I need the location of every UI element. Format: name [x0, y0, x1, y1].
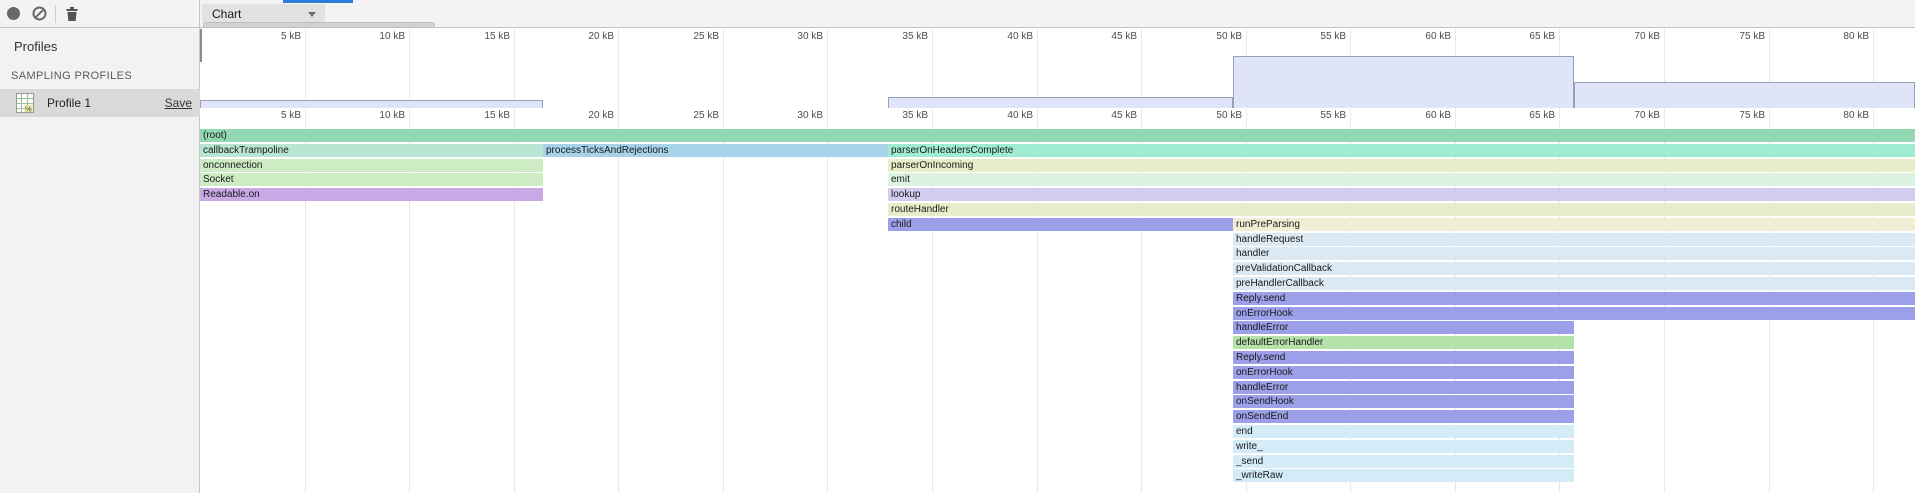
ruler-top-tick-label: 45 kB: [1056, 31, 1137, 42]
flame-bar[interactable]: parserOnHeadersComplete: [888, 144, 1915, 157]
ruler-top-tick-label: 30 kB: [742, 31, 823, 42]
flame-bar[interactable]: handleRequest: [1233, 233, 1915, 246]
flame-bar[interactable]: child: [888, 218, 1233, 231]
ruler-bottom-tick-label: 75 kB: [1684, 110, 1765, 121]
ruler-top-tick-label: 25 kB: [638, 31, 719, 42]
flame-bar[interactable]: write_: [1233, 440, 1574, 453]
sidebar-title: Profiles: [14, 39, 57, 54]
flame-bar[interactable]: Readable.on: [200, 188, 543, 201]
circle-slash-icon: [32, 6, 47, 21]
delete-profile-button[interactable]: [59, 1, 85, 27]
flame-bar[interactable]: preHandlerCallback: [1233, 277, 1915, 290]
flame-bar[interactable]: (root): [200, 129, 1915, 142]
overview-step: [200, 100, 543, 108]
flame-bar[interactable]: lookup: [888, 188, 1915, 201]
chevron-down-icon: [308, 12, 316, 17]
top-accent-bar: [283, 0, 353, 3]
ruler-bottom-tick-label: 70 kB: [1579, 110, 1660, 121]
flame-bar[interactable]: onErrorHook: [1233, 307, 1915, 320]
ruler-bottom-tick-label: 5 kB: [220, 110, 301, 121]
flame-bar[interactable]: preValidationCallback: [1233, 262, 1915, 275]
ruler-top-tick-label: 75 kB: [1684, 31, 1765, 42]
ruler-top-tick-label: 55 kB: [1265, 31, 1346, 42]
overview-step: [1233, 56, 1574, 108]
overview-step: [1574, 82, 1915, 108]
ruler-bottom-tick-label: 25 kB: [638, 110, 719, 121]
save-profile-link[interactable]: Save: [165, 96, 192, 110]
horizontal-scrollbar-thumb[interactable]: [203, 22, 435, 28]
flame-chart-area[interactable]: 5 kB 5 kB 10 kB 10 kB 15 kB 15 kB 20 kB 20 kB 25…: [200, 28, 1915, 493]
toolbar-separator: [55, 5, 56, 23]
flame-bar[interactable]: runPreParsing: [1233, 218, 1915, 231]
overview-range-handle[interactable]: [200, 29, 202, 62]
flame-bar[interactable]: Reply.send: [1233, 351, 1574, 364]
flame-bar[interactable]: handler: [1233, 247, 1915, 260]
flame-bar[interactable]: processTicksAndRejections: [543, 144, 888, 157]
flame-bar[interactable]: onSendHook: [1233, 395, 1574, 408]
ruler-top-tick-label: 70 kB: [1579, 31, 1660, 42]
flame-bar[interactable]: onconnection: [200, 159, 543, 172]
ruler-top-tick-label: 20 kB: [533, 31, 614, 42]
ruler-top-tick-label: 5 kB: [220, 31, 301, 42]
flame-bar[interactable]: end: [1233, 425, 1574, 438]
flame-bar[interactable]: _send: [1233, 455, 1574, 468]
trash-icon: [65, 6, 79, 22]
ruler-bottom-tick-label: 40 kB: [952, 110, 1033, 121]
profile-name: Profile 1: [47, 96, 165, 110]
ruler-bottom-tick-label: 50 kB: [1161, 110, 1242, 121]
flame-bar[interactable]: Reply.send: [1233, 292, 1915, 305]
record-icon: [7, 7, 20, 20]
memory-overview[interactable]: [200, 45, 1915, 108]
chart-toolbar: Chart: [200, 0, 1915, 28]
flame-bar[interactable]: callbackTrampoline: [200, 144, 543, 157]
sidebar-item-profile-1[interactable]: % Profile 1 Save: [0, 89, 200, 117]
ruler-top-tick-label: 50 kB: [1161, 31, 1242, 42]
flame-bar[interactable]: handleError: [1233, 321, 1574, 334]
clear-button[interactable]: [26, 1, 52, 27]
ruler-bottom-tick-label: 10 kB: [324, 110, 405, 121]
ruler-top-tick-label: 60 kB: [1370, 31, 1451, 42]
ruler-top-tick-label: 10 kB: [324, 31, 405, 42]
ruler-bottom-tick-label: 30 kB: [742, 110, 823, 121]
memory-profiler-app: Profiles SAMPLING PROFILES % Profile 1 S…: [0, 0, 1915, 493]
heap-profile-icon: %: [16, 93, 34, 113]
flame-bar[interactable]: defaultErrorHandler: [1233, 336, 1574, 349]
ruler-bottom-tick-label: 55 kB: [1265, 110, 1346, 121]
record-button[interactable]: [0, 1, 26, 27]
chart-pane: Chart 5 kB 5 kB 10 kB 10 kB 15 kB 15 kB 20 kB 2…: [200, 0, 1915, 493]
profiles-toolbar: [0, 0, 199, 28]
flame-bar[interactable]: parserOnIncoming: [888, 159, 1915, 172]
flame-bar[interactable]: handleError: [1233, 381, 1574, 394]
view-mode-value: Chart: [212, 7, 241, 21]
ruler-top-tick-label: 40 kB: [952, 31, 1033, 42]
ruler-top-tick-label: 65 kB: [1474, 31, 1555, 42]
ruler-bottom-tick-label: 60 kB: [1370, 110, 1451, 121]
ruler-bottom-tick-label: 45 kB: [1056, 110, 1137, 121]
flame-bar[interactable]: Socket: [200, 173, 543, 186]
flame-bar[interactable]: onErrorHook: [1233, 366, 1574, 379]
ruler-bottom-tick-label: 65 kB: [1474, 110, 1555, 121]
flame-bar[interactable]: onSendEnd: [1233, 410, 1574, 423]
overview-step: [888, 97, 1233, 108]
ruler-bottom-tick-label: 35 kB: [847, 110, 928, 121]
ruler-top-tick-label: 35 kB: [847, 31, 928, 42]
ruler-top-tick-label: 15 kB: [429, 31, 510, 42]
ruler-top-tick-label: 80 kB: [1788, 31, 1869, 42]
profiles-sidebar: Profiles SAMPLING PROFILES % Profile 1 S…: [0, 0, 200, 493]
flame-bar[interactable]: routeHandler: [888, 203, 1915, 216]
ruler-bottom-tick-label: 15 kB: [429, 110, 510, 121]
svg-text:%: %: [25, 104, 32, 113]
sampling-profiles-heading: SAMPLING PROFILES: [11, 70, 132, 82]
ruler-bottom-tick-label: 80 kB: [1788, 110, 1869, 121]
ruler-bottom-tick-label: 20 kB: [533, 110, 614, 121]
flame-bar[interactable]: _writeRaw: [1233, 469, 1574, 482]
flame-bar[interactable]: emit: [888, 173, 1915, 186]
view-mode-select[interactable]: Chart: [202, 4, 325, 24]
